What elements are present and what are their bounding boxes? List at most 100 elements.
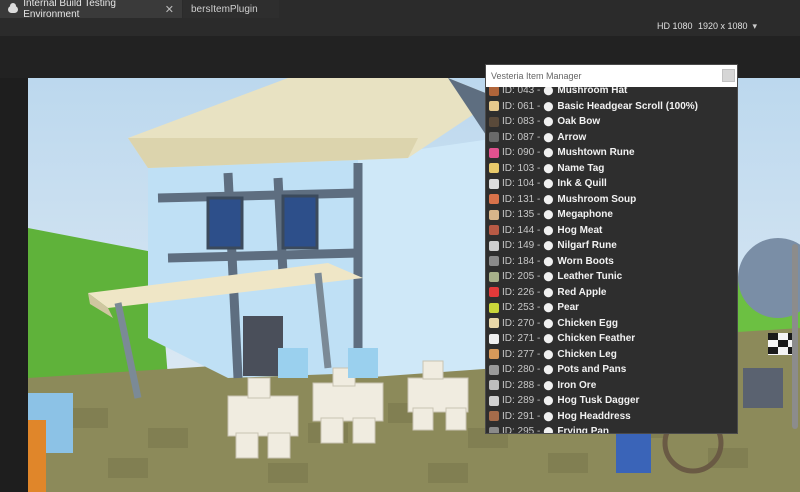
item-id: ID: 135 - — [502, 209, 541, 221]
item-id: ID: 270 - — [502, 317, 541, 329]
item-type-icon: ⬤ — [543, 131, 554, 142]
item-name: Pots and Pans — [557, 364, 627, 376]
item-manager-panel[interactable]: Vesteria Item Manager ID: 043 - ⬤ Mushroom… — [485, 64, 738, 434]
item-name: Hog Meat — [557, 224, 603, 236]
item-name: Mushtown Rune — [557, 147, 635, 159]
item-id: ID: 184 - — [502, 255, 541, 267]
item-type-icon: ⬤ — [543, 87, 554, 96]
tab-internal-build[interactable]: Internal Build Testing Environment ✕ — [0, 0, 182, 20]
item-name: Hog Tusk Dagger — [557, 395, 640, 407]
resolution-size[interactable]: 1920 x 1080 ▾ — [698, 18, 757, 34]
list-item[interactable]: ID: 144 - ⬤ Hog Meat — [486, 223, 727, 239]
item-type-icon: ⬤ — [543, 224, 554, 235]
item-type-icon: ⬤ — [543, 100, 554, 111]
soup-icon — [489, 194, 499, 205]
list-item[interactable]: ID: 270 - ⬤ Chicken Egg — [486, 316, 727, 332]
cloud-icon — [8, 2, 19, 13]
item-name: Nilgarf Rune — [557, 240, 617, 252]
quill-icon — [489, 178, 499, 189]
list-item[interactable]: ID: 043 - ⬤ Mushroom Hat — [486, 87, 727, 99]
pot-icon — [489, 364, 499, 375]
pear-icon — [489, 302, 499, 313]
item-name: Megaphone — [557, 209, 613, 221]
tab-label: Internal Build Testing Environment — [23, 0, 116, 20]
item-id: ID: 226 - — [502, 286, 541, 298]
panel-title-bar[interactable]: Vesteria Item Manager — [486, 65, 737, 87]
list-item[interactable]: ID: 289 - ⬤ Hog Tusk Dagger — [486, 393, 727, 409]
feather-icon — [489, 333, 499, 344]
item-id: ID: 083 - — [502, 116, 541, 128]
list-item[interactable]: ID: 061 - ⬤ Basic Headgear Scroll (100%) — [486, 99, 727, 115]
item-type-icon: ⬤ — [543, 302, 554, 313]
list-item[interactable]: ID: 087 - ⬤ Arrow — [486, 130, 727, 146]
apple-icon — [489, 287, 499, 298]
list-item[interactable]: ID: 280 - ⬤ Pots and Pans — [486, 362, 727, 378]
item-name: Chicken Egg — [557, 317, 618, 329]
item-list[interactable]: ID: 043 - ⬤ Mushroom Hat ID: 061 - ⬤ Basic He… — [486, 87, 727, 433]
item-name: Name Tag — [557, 162, 605, 174]
list-item[interactable]: ID: 104 - ⬤ Ink & Quill — [486, 176, 727, 192]
tab-label: bersItemPlugin — [191, 3, 258, 15]
tab-items-plugin[interactable]: bersItemPlugin — [183, 0, 279, 18]
item-type-icon: ⬤ — [543, 116, 554, 127]
meat-icon — [489, 225, 499, 236]
list-item[interactable]: ID: 184 - ⬤ Worn Boots — [486, 254, 727, 270]
resolution-preset[interactable]: HD 1080 — [657, 18, 693, 34]
item-id: ID: 291 - — [502, 410, 541, 422]
panel-title: Vesteria Item Manager — [491, 71, 582, 81]
item-name: Leather Tunic — [557, 271, 623, 283]
close-icon[interactable]: ✕ — [165, 3, 174, 16]
item-type-icon: ⬤ — [543, 317, 554, 328]
list-item[interactable]: ID: 271 - ⬤ Chicken Feather — [486, 331, 727, 347]
item-type-icon: ⬤ — [543, 395, 554, 406]
list-item[interactable]: ID: 253 - ⬤ Pear — [486, 300, 727, 316]
list-item[interactable]: ID: 083 - ⬤ Oak Bow — [486, 114, 727, 130]
item-name: Chicken Leg — [557, 348, 617, 360]
item-type-icon: ⬤ — [543, 348, 554, 359]
item-type-icon: ⬤ — [543, 271, 554, 282]
item-type-icon: ⬤ — [543, 364, 554, 375]
list-item[interactable]: ID: 090 - ⬤ Mushtown Rune — [486, 145, 727, 161]
frying-pan-icon — [489, 426, 499, 433]
list-item[interactable]: ID: 288 - ⬤ Iron Ore — [486, 378, 727, 394]
item-id: ID: 090 - — [502, 147, 541, 159]
item-name: Red Apple — [557, 286, 607, 298]
bow-icon — [489, 116, 499, 127]
item-name: Basic Headgear Scroll (100%) — [557, 100, 698, 112]
item-type-icon: ⬤ — [543, 209, 554, 220]
item-id: ID: 280 - — [502, 364, 541, 376]
egg-icon — [489, 318, 499, 329]
mushroom-hat-icon — [489, 87, 499, 96]
list-item[interactable]: ID: 291 - ⬤ Hog Headdress — [486, 409, 727, 425]
item-id: ID: 277 - — [502, 348, 541, 360]
headdress-icon — [489, 411, 499, 422]
list-item[interactable]: ID: 205 - ⬤ Leather Tunic — [486, 269, 727, 285]
item-id: ID: 104 - — [502, 178, 541, 190]
chevron-down-icon: ▾ — [752, 20, 758, 31]
item-name: Arrow — [557, 131, 587, 143]
scrollbar-thumb[interactable] — [792, 244, 798, 429]
scrollbar-track[interactable] — [728, 87, 736, 431]
item-id: ID: 271 - — [502, 333, 541, 345]
item-id: ID: 253 - — [502, 302, 541, 314]
item-type-icon: ⬤ — [543, 410, 554, 421]
item-id: ID: 043 - — [502, 87, 541, 97]
list-item[interactable]: ID: 295 - ⬤ Frying Pan — [486, 424, 727, 433]
ore-icon — [489, 380, 499, 391]
item-name: Iron Ore — [557, 379, 597, 391]
panel-close-button[interactable] — [722, 69, 735, 82]
item-type-icon: ⬤ — [543, 193, 554, 204]
list-item[interactable]: ID: 135 - ⬤ Megaphone — [486, 207, 727, 223]
item-type-icon: ⬤ — [543, 333, 554, 344]
list-item[interactable]: ID: 277 - ⬤ Chicken Leg — [486, 347, 727, 363]
tag-icon — [489, 163, 499, 174]
item-name: Frying Pan — [557, 426, 610, 433]
list-item[interactable]: ID: 149 - ⬤ Nilgarf Rune — [486, 238, 727, 254]
list-item[interactable]: ID: 103 - ⬤ Name Tag — [486, 161, 727, 177]
item-name: Mushroom Soup — [557, 193, 637, 205]
list-item[interactable]: ID: 226 - ⬤ Red Apple — [486, 285, 727, 301]
item-name: Pear — [557, 302, 580, 314]
list-item[interactable]: ID: 131 - ⬤ Mushroom Soup — [486, 192, 727, 208]
chicken-leg-icon — [489, 349, 499, 360]
tunic-icon — [489, 271, 499, 282]
